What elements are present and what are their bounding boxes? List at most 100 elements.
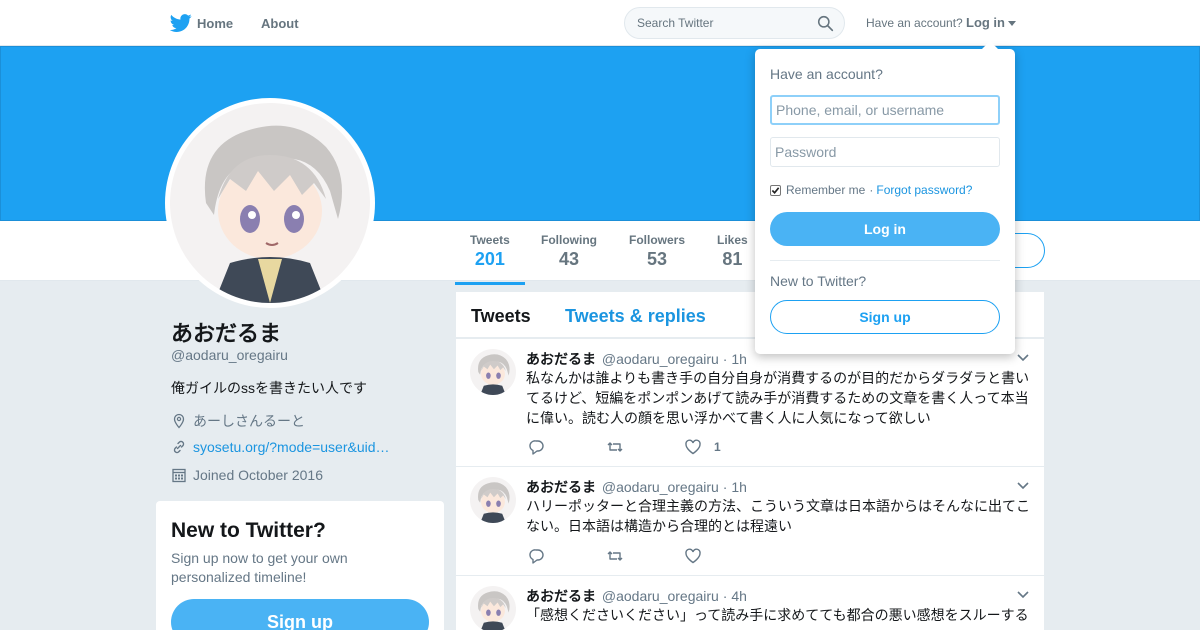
profile-joined: Joined October 2016	[171, 467, 323, 483]
avatar-image	[470, 477, 516, 523]
tweet[interactable]: あおだるま @aodaru_oregairu · 1h 私なんかは誰よりも書き手…	[456, 338, 1044, 466]
login-dropdown: Have an account? Remember me · Forgot pa…	[755, 41, 1015, 354]
stat-label: Followers	[629, 233, 686, 247]
stat-value: 43	[558, 249, 580, 269]
dropdown-divider	[770, 260, 1000, 261]
nav-about-link[interactable]: About	[261, 16, 299, 31]
tweet-timestamp[interactable]: 4h	[731, 588, 747, 604]
tweet[interactable]: あおだるま @aodaru_oregairu · 4h 「感想くださいください」…	[456, 575, 1044, 630]
heart-icon	[685, 439, 701, 455]
username-field[interactable]	[770, 95, 1000, 125]
remember-me-label[interactable]: Remember me	[786, 183, 865, 197]
stat-label: Likes	[717, 233, 748, 247]
tweet-separator: ·	[722, 351, 728, 367]
tweet[interactable]: あおだるま @aodaru_oregairu · 1h ハリーポッターと合理主義…	[456, 466, 1044, 576]
profile-name[interactable]: あおだるま	[171, 316, 281, 348]
checkmark-icon	[771, 186, 780, 194]
tweet-author-name[interactable]: あおだるま	[526, 588, 596, 604]
chevron-down-icon[interactable]	[1016, 590, 1030, 600]
link-icon	[173, 440, 185, 454]
dropdown-signup-button[interactable]: Sign up	[770, 300, 1000, 334]
like-button[interactable]	[684, 547, 714, 565]
new-to-twitter-label: New to Twitter?	[770, 273, 867, 289]
stat-followers[interactable]: Followers 53	[629, 233, 685, 270]
retweet-icon	[607, 442, 623, 452]
tweet-avatar[interactable]	[470, 477, 516, 523]
reply-button[interactable]	[528, 547, 546, 565]
new-to-twitter-card: New to Twitter? Sign up now to get your …	[156, 501, 444, 630]
calendar-icon	[172, 468, 186, 483]
tweet-author-name[interactable]: あおだるま	[526, 351, 596, 367]
login-button[interactable]: Log in	[770, 212, 1000, 246]
tweet-text: 私なんかは誰よりも書き手の自分自身が消費するのが目的だからダラダラと書いてるけど…	[526, 370, 1030, 426]
nav-home-link[interactable]: Home	[170, 12, 233, 34]
login-toggle-label: Log in	[966, 15, 1005, 30]
stat-tweets[interactable]: Tweets 201	[455, 233, 525, 285]
reply-icon	[529, 440, 544, 455]
profile-url-link[interactable]: syosetu.org/?mode=user&uid…	[193, 439, 390, 455]
chevron-down-icon[interactable]	[1016, 353, 1030, 363]
search-icon[interactable]	[817, 15, 834, 32]
new-to-twitter-title: New to Twitter?	[171, 519, 326, 542]
reply-icon	[529, 549, 544, 564]
search-box	[624, 7, 845, 39]
tweet-text: ハリーポッターと合理主義の方法、こういう文章は日本語からはそんなに出てこない。日…	[526, 498, 1030, 534]
password-field[interactable]	[770, 137, 1000, 167]
profile-location: あーしさんるーと	[171, 411, 305, 431]
sidebar-signup-button[interactable]: Sign up	[171, 599, 429, 630]
reply-button[interactable]	[528, 438, 546, 456]
forgot-password-link[interactable]: Forgot password?	[876, 183, 972, 197]
caret-down-icon	[1008, 21, 1016, 27]
location-text: あーしさんるーと	[193, 413, 305, 429]
retweet-button[interactable]	[606, 438, 624, 456]
stat-label: Following	[541, 233, 597, 247]
login-dropdown-toggle[interactable]: Log in	[966, 15, 1016, 30]
tweet-actions: 1	[528, 438, 781, 456]
tweet-actions	[528, 547, 774, 565]
tweet-header: あおだるま @aodaru_oregairu · 1h	[526, 477, 747, 497]
tweet-author-name[interactable]: あおだるま	[526, 479, 596, 495]
tweet-author-handle[interactable]: @aodaru_oregairu	[602, 479, 719, 495]
tweet-separator: ·	[722, 588, 728, 604]
stat-value: 201	[474, 249, 505, 269]
avatar-image	[470, 349, 516, 395]
have-account-text: Have an account?	[866, 16, 963, 30]
profile-avatar[interactable]	[165, 98, 375, 308]
retweet-icon	[607, 551, 623, 561]
login-dropdown-title: Have an account?	[770, 66, 883, 82]
like-count: 1	[714, 440, 721, 454]
avatar-image	[470, 586, 516, 630]
nav-home-label: Home	[197, 15, 234, 31]
tweet-text: 「感想くださいください」って読み手に求めてても都合の悪い感想をスルーする	[526, 607, 1029, 623]
tweet-avatar[interactable]	[470, 349, 516, 395]
remember-me-row: Remember me · Forgot password?	[770, 183, 972, 197]
stat-label: Tweets	[470, 233, 510, 247]
tweet-author-handle[interactable]: @aodaru_oregairu	[602, 588, 719, 604]
tweet-author-handle[interactable]: @aodaru_oregairu	[602, 351, 719, 367]
tweet-header: あおだるま @aodaru_oregairu · 4h	[526, 586, 747, 606]
tweet-avatar[interactable]	[470, 586, 516, 630]
tweet-header: あおだるま @aodaru_oregairu · 1h	[526, 349, 747, 369]
like-button[interactable]: 1	[684, 438, 721, 456]
retweet-button[interactable]	[606, 547, 624, 565]
new-to-twitter-text: Sign up now to get your own personalized…	[171, 550, 348, 585]
tweet-timestamp[interactable]: 1h	[731, 479, 747, 495]
profile-handle[interactable]: @aodaru_oregairu	[171, 347, 288, 363]
tweet-timestamp[interactable]: 1h	[731, 351, 747, 367]
location-pin-icon	[173, 413, 185, 429]
stat-likes[interactable]: Likes 81	[717, 233, 748, 270]
joined-text: Joined October 2016	[193, 467, 323, 483]
avatar-image	[170, 103, 370, 303]
twitter-bird-icon	[170, 14, 192, 32]
profile-bio: 俺ガイルのssを書きたい人です	[171, 380, 367, 396]
remember-me-checkbox[interactable]	[770, 184, 781, 196]
remember-separator: ·	[869, 183, 874, 197]
chevron-down-icon[interactable]	[1016, 481, 1030, 491]
stat-following[interactable]: Following 43	[541, 233, 597, 270]
stat-value: 81	[722, 249, 743, 269]
heart-icon	[685, 548, 701, 564]
dropdown-arrow	[982, 41, 998, 49]
search-input[interactable]	[637, 16, 817, 30]
tab-tweets-and-replies[interactable]: Tweets & replies	[565, 306, 706, 327]
tab-tweets[interactable]: Tweets	[471, 306, 531, 327]
